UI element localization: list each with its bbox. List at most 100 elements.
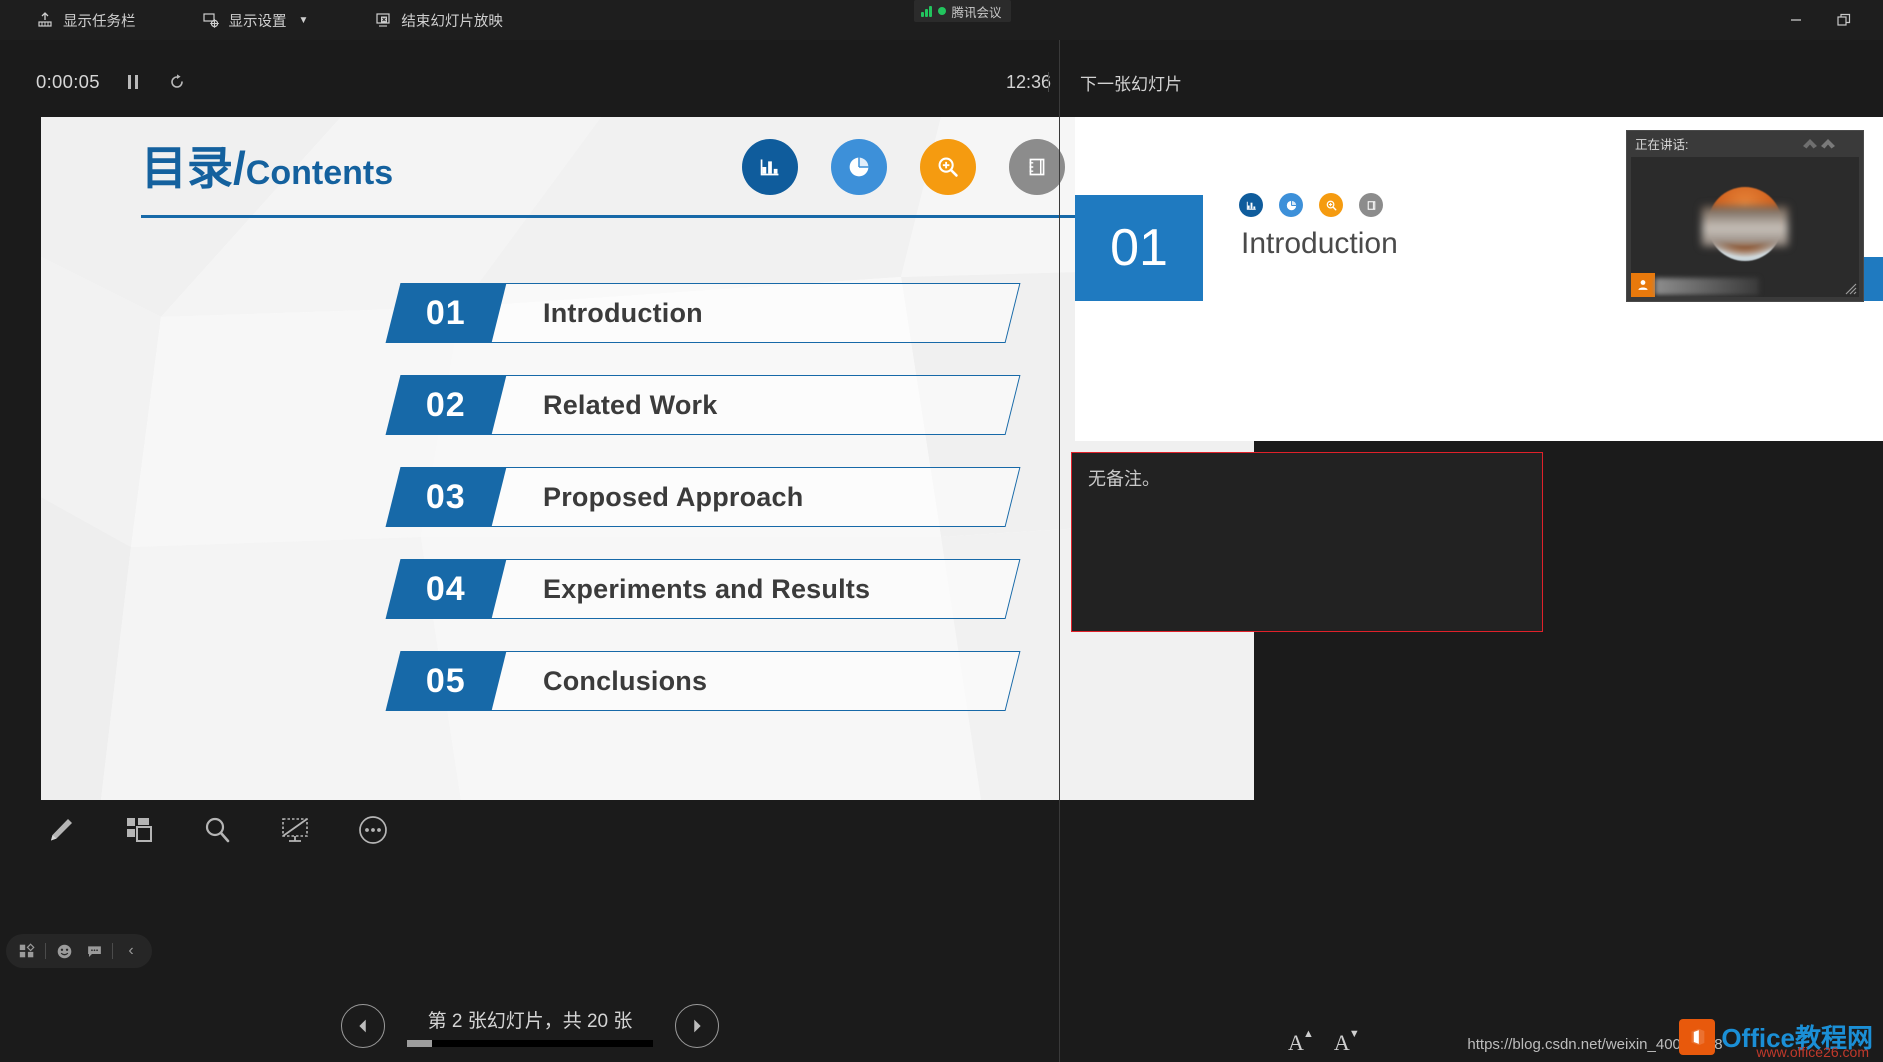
minimize-icon — [1791, 19, 1801, 21]
wall-clock: 12:36 — [1006, 71, 1052, 92]
notebook-icon — [1359, 193, 1383, 217]
person-icon — [1638, 280, 1648, 290]
contents-item-number: 04 — [426, 569, 466, 608]
pane-divider — [1059, 40, 1060, 1062]
reset-icon — [171, 74, 183, 88]
contents-item-number: 02 — [426, 385, 466, 424]
contents-item[interactable]: 03 Proposed Approach — [385, 467, 1021, 527]
contents-item[interactable]: 01 Introduction — [385, 283, 1021, 343]
more-options-icon[interactable] — [353, 810, 393, 850]
recording-dot-icon — [937, 7, 946, 15]
participant-avatar-badge — [1631, 273, 1655, 297]
speaker-notes-panel[interactable]: 无备注。 — [1071, 452, 1543, 632]
contents-item-number-box: 01 — [385, 283, 507, 343]
pie-chart-icon — [831, 139, 887, 195]
contents-item[interactable]: 04 Experiments and Results — [385, 559, 1021, 619]
contents-item-label: Experiments and Results — [543, 573, 871, 604]
bar-chart-icon — [1239, 193, 1263, 217]
slide-title: 目录/Contents — [141, 145, 393, 192]
pause-timer-button[interactable] — [122, 71, 144, 93]
slide-tools-toolbar — [41, 810, 393, 850]
previous-slide-button[interactable] — [341, 1004, 385, 1048]
collapse-chevron-icon[interactable]: ‹ — [116, 936, 146, 966]
display-settings-label: 显示设置 — [228, 13, 287, 30]
notes-font-controls: A ▲ A ▼ — [1288, 1028, 1360, 1056]
slide-title-en: Contents — [245, 154, 394, 192]
minimize-button[interactable] — [1775, 0, 1817, 40]
speaker-window-header: 正在讲话: — [1627, 131, 1863, 155]
zoom-icon[interactable] — [197, 810, 237, 850]
preview-number-box: 01 — [1075, 195, 1203, 301]
contents-item-label: Introduction — [543, 297, 703, 328]
contents-item-number-box: 04 — [385, 559, 507, 619]
floating-mini-toolbar: ‹ — [6, 934, 152, 968]
clock-and-next-bar: 12:36 下一张幻灯片 — [1006, 64, 1883, 100]
speaker-notes-text: 无备注。 — [1088, 469, 1160, 489]
slide-title-cn: 目录 — [141, 142, 233, 194]
all-slides-icon[interactable] — [119, 810, 159, 850]
pause-icon — [127, 75, 139, 89]
contents-item-label: Related Work — [543, 389, 718, 420]
emoji-icon[interactable] — [49, 936, 79, 966]
increase-font-label: A — [1288, 1030, 1304, 1055]
decrease-font-button[interactable]: A ▼ — [1333, 1028, 1360, 1056]
slide-navigation: 第 2 张幻灯片，共 20 张 — [0, 990, 1060, 1062]
speaker-video-area — [1631, 157, 1859, 297]
preview-text: Introduction — [1241, 227, 1398, 260]
reset-timer-button[interactable] — [166, 71, 188, 93]
taskbar-icon — [36, 11, 54, 29]
end-slideshow-label: 结束幻灯片放映 — [401, 13, 503, 30]
next-slide-label: 下一张幻灯片 — [1080, 74, 1182, 94]
contents-item-label: Proposed Approach — [543, 481, 804, 512]
chat-icon[interactable] — [79, 936, 109, 966]
show-taskbar-label: 显示任务栏 — [63, 13, 136, 30]
contents-item-number-box: 02 — [385, 375, 507, 435]
title-underline — [141, 215, 1171, 218]
restore-icon — [1837, 13, 1851, 26]
divider — [112, 943, 113, 959]
top-toolbar: 显示任务栏 显示设置 ▼ 结束幻灯片放映 腾讯会议 — [0, 0, 1883, 40]
contents-item[interactable]: 05 Conclusions — [385, 651, 1021, 711]
chevron-down-icon[interactable]: ▼ — [299, 15, 309, 26]
display-settings-icon — [202, 11, 220, 29]
contents-item-number: 03 — [426, 477, 466, 516]
slide-title-slash: / — [233, 142, 246, 194]
active-speaker-window[interactable]: 正在讲话: — [1626, 130, 1864, 302]
zoom-in-icon — [920, 139, 976, 195]
divider — [45, 943, 46, 959]
preview-number: 01 — [1110, 219, 1168, 277]
chevron-left-icon — [359, 1019, 366, 1033]
contents-item[interactable]: 02 Related Work — [385, 375, 1021, 435]
slide-counter-label: 第 2 张幻灯片，共 20 张 — [427, 1010, 633, 1032]
decrease-font-label: A — [1333, 1030, 1350, 1055]
apps-icon[interactable] — [12, 936, 42, 966]
participant-name-blurred — [1655, 278, 1759, 295]
contents-item-number: 01 — [426, 293, 466, 332]
slide-progress-bar[interactable] — [407, 1039, 653, 1047]
end-slideshow-button[interactable]: 结束幻灯片放映 — [360, 0, 517, 40]
next-slide-button[interactable] — [675, 1004, 719, 1048]
zoom-in-icon — [1319, 193, 1343, 217]
tencent-meeting-logo — [1803, 139, 1835, 149]
signal-bars-icon — [921, 5, 932, 17]
meeting-app-name: 腾讯会议 — [951, 5, 1002, 20]
show-taskbar-button[interactable]: 显示任务栏 — [22, 0, 150, 40]
increase-font-button[interactable]: A ▲ — [1288, 1028, 1314, 1056]
notebook-icon — [1009, 139, 1065, 195]
end-show-icon — [374, 11, 392, 29]
pie-chart-icon — [1279, 193, 1303, 217]
restore-button[interactable] — [1823, 0, 1865, 40]
chevron-right-icon — [694, 1019, 701, 1033]
display-settings-button[interactable]: 显示设置 ▼ — [188, 0, 323, 40]
contents-item-number-box: 03 — [385, 467, 507, 527]
pen-icon[interactable] — [41, 810, 81, 850]
office-logo-icon — [1679, 1018, 1716, 1055]
preview-icon-row — [1239, 193, 1383, 217]
presenter-timer-bar: 0:00:05 — [0, 64, 1060, 100]
meeting-status-badge[interactable]: 腾讯会议 — [914, 0, 1011, 22]
contents-item-number: 05 — [426, 661, 466, 700]
resize-handle[interactable] — [1843, 281, 1857, 295]
contents-item-label: Conclusions — [543, 665, 708, 696]
slide-progress-group: 第 2 张幻灯片，共 20 张 — [407, 1006, 653, 1047]
black-screen-icon[interactable] — [275, 810, 315, 850]
